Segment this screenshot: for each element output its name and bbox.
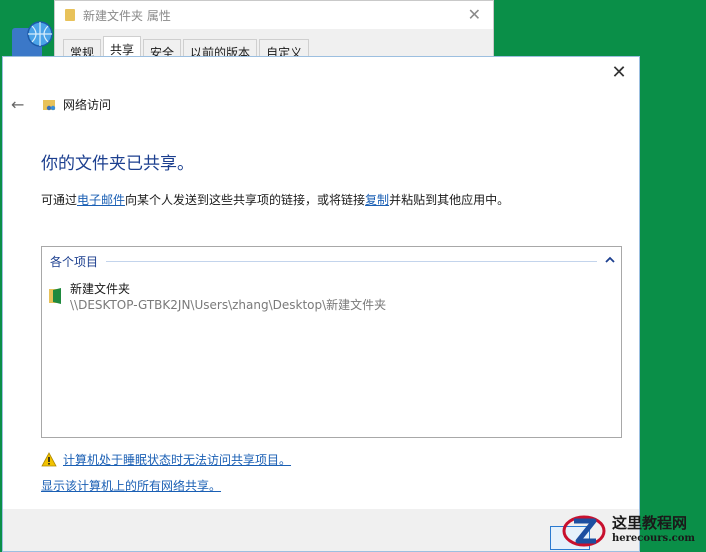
watermark-badge-icon: [560, 509, 610, 551]
sleep-warning-link[interactable]: 计算机处于睡眠状态时无法访问共享项目。: [63, 451, 291, 468]
item-name: 新建文件夹: [70, 282, 131, 296]
network-folder-icon: [43, 98, 57, 112]
items-header-label: 各个项目: [50, 255, 99, 269]
properties-titlebar: 新建文件夹 属性 ✕: [55, 1, 493, 29]
share-description: 可通过电子邮件向某个人发送到这些共享项的链接，或将链接复制并粘贴到其他应用中。: [41, 191, 509, 208]
watermark-url: herecours.com: [612, 533, 696, 544]
network-access-dialog: ✕ ← 网络访问 你的文件夹已共享。 可通过电子邮件向某个人发送到这些共享项的链…: [2, 56, 640, 552]
warning-row: 计算机处于睡眠状态时无法访问共享项目。: [41, 451, 291, 468]
properties-close-icon[interactable]: ✕: [468, 5, 481, 24]
nav-title: 网络访问: [63, 98, 112, 112]
desc-text-pre: 可通过: [41, 193, 78, 207]
watermark-logo: 这里教程网 herecours.com: [560, 508, 706, 552]
back-arrow-icon[interactable]: ←: [11, 95, 31, 114]
nav-row: ← 网络访问: [11, 95, 111, 114]
folder-icon: [65, 9, 75, 21]
items-group-header[interactable]: 各个项目: [50, 253, 615, 270]
watermark-title: 这里教程网: [612, 514, 688, 532]
green-folder-icon: [48, 287, 64, 305]
dialog-close-icon[interactable]: ✕: [609, 63, 629, 83]
warning-icon: [41, 452, 57, 467]
item-path: \\DESKTOP-GTBK2JN\Users\zhang\Desktop\新建…: [70, 298, 387, 312]
item-texts: 新建文件夹 \\DESKTOP-GTBK2JN\Users\zhang\Desk…: [70, 281, 386, 313]
show-all-shares-link[interactable]: 显示该计算机上的所有网络共享。: [41, 479, 221, 493]
email-link[interactable]: 电子邮件: [77, 193, 125, 207]
show-all-shares-row: 显示该计算机上的所有网络共享。: [41, 477, 221, 494]
page-title: 你的文件夹已共享。: [41, 154, 194, 174]
chevron-up-icon[interactable]: [605, 256, 615, 267]
shared-items-list: 各个项目 新建文件夹 \\DESKTOP-GTBK2JN\Users\zhang…: [41, 246, 622, 438]
copy-link[interactable]: 复制: [365, 193, 389, 207]
watermark-texts: 这里教程网 herecours.com: [612, 514, 695, 546]
list-item[interactable]: 新建文件夹 \\DESKTOP-GTBK2JN\Users\zhang\Desk…: [48, 281, 386, 313]
desc-text-post: 并粘贴到其他应用中。: [389, 193, 510, 207]
items-header-divider: [106, 261, 597, 262]
dialog-footer: [3, 509, 639, 551]
desc-text-mid: 向某个人发送到这些共享项的链接，或将链接: [125, 193, 366, 207]
properties-title: 新建文件夹 属性: [83, 8, 171, 23]
